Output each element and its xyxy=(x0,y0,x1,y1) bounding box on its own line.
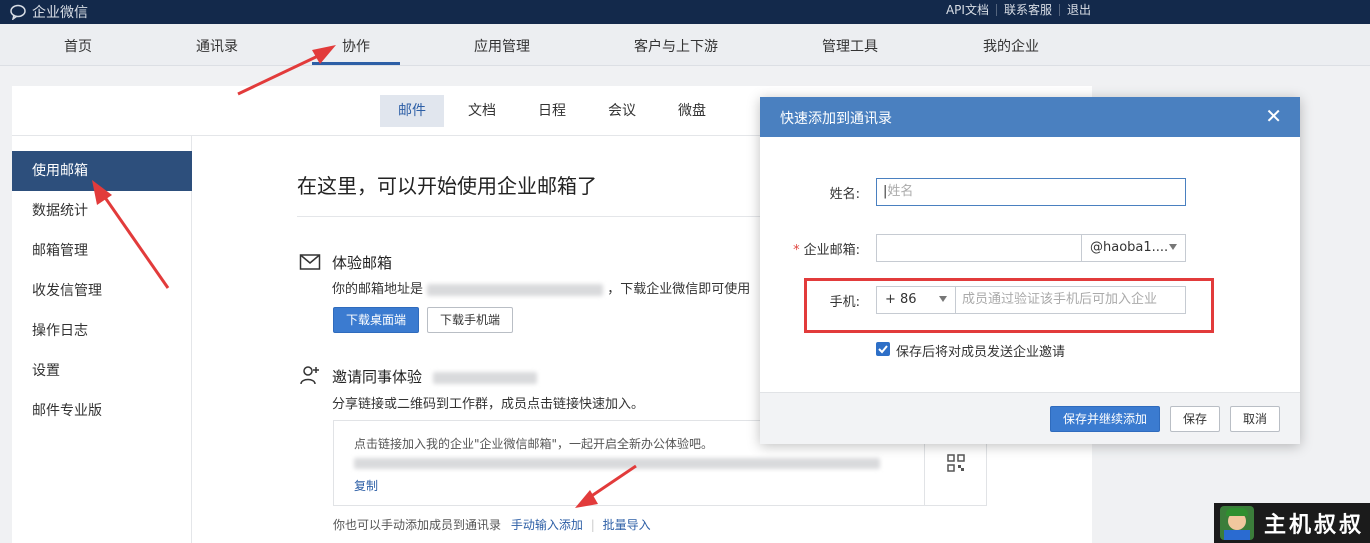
main-nav: 首页 通讯录 协作 应用管理 客户与上下游 管理工具 我的企业 xyxy=(0,24,1370,66)
trial-mailbox-text: 你的邮箱地址是 ，下载企业微信即可使用 xyxy=(332,278,750,297)
name-input[interactable]: |姓名 xyxy=(876,178,1186,206)
email-label: * 企业邮箱: xyxy=(780,239,860,258)
logout-link[interactable]: 退出 xyxy=(1058,4,1098,16)
invite-title-text: 邀请同事体验 xyxy=(332,368,423,386)
batch-import-link[interactable]: 批量导入 xyxy=(603,518,651,532)
invite-message: 点击链接加入我的企业"企业微信邮箱"，一起开启全新办公体验吧。 xyxy=(354,437,714,451)
nav-active-indicator xyxy=(312,62,400,65)
invite-description: 分享链接或二维码到工作群，成员点击链接快速加入。 xyxy=(332,397,645,412)
nav-collaboration[interactable]: 协作 xyxy=(342,36,370,56)
sidebar-item-statistics[interactable]: 数据统计 xyxy=(12,191,192,231)
sidebar-item-mail-pro[interactable]: 邮件专业版 xyxy=(12,391,192,431)
name-placeholder: 姓名 xyxy=(887,184,914,199)
blurred-invite-url xyxy=(354,458,880,469)
blurred-invite-info xyxy=(432,371,537,384)
api-docs-link[interactable]: API文档 xyxy=(939,4,996,16)
manual-add-text: 你也可以手动添加成员到通讯录 xyxy=(333,518,502,532)
manual-add-row: 你也可以手动添加成员到通讯录 手动输入添加 | 批量导入 xyxy=(333,516,651,533)
sidebar: 使用邮箱 数据统计 邮箱管理 收发信管理 操作日志 设置 邮件专业版 xyxy=(12,136,192,543)
sidebar-item-operation-log[interactable]: 操作日志 xyxy=(12,311,192,351)
tab-meeting[interactable]: 会议 xyxy=(590,95,654,127)
nav-home[interactable]: 首页 xyxy=(64,36,92,56)
invite-link xyxy=(354,456,880,470)
download-desktop-button[interactable]: 下载桌面端 xyxy=(333,307,419,333)
email-input[interactable] xyxy=(876,234,1082,262)
qr-code-icon xyxy=(947,454,965,472)
add-user-icon xyxy=(300,366,319,385)
chat-bubble-icon xyxy=(10,4,26,20)
close-icon[interactable]: ✕ xyxy=(1265,106,1282,126)
nav-management-tools[interactable]: 管理工具 xyxy=(822,36,878,56)
chevron-down-icon xyxy=(939,296,947,302)
envelope-icon xyxy=(299,254,321,270)
dialog-header: 快速添加到通讯录 ✕ xyxy=(760,97,1300,137)
tab-docs[interactable]: 文档 xyxy=(450,95,514,127)
required-marker: * xyxy=(793,243,800,258)
dialog-title: 快速添加到通讯录 xyxy=(780,111,892,127)
manual-add-link[interactable]: 手动输入添加 xyxy=(511,518,583,532)
tab-mail[interactable]: 邮件 xyxy=(380,95,444,127)
phone-label: 手机: xyxy=(829,295,860,310)
phone-input[interactable]: 成员通过验证该手机后可加入企业 xyxy=(955,286,1186,314)
tab-calendar[interactable]: 日程 xyxy=(520,95,584,127)
watermark-text: 主机叔叔 xyxy=(1264,512,1365,538)
divider xyxy=(297,216,767,217)
sidebar-item-mailbox-management[interactable]: 邮箱管理 xyxy=(12,231,192,271)
top-links: API文档 联系客服 退出 xyxy=(939,4,1098,16)
country-code-select[interactable]: + 86 xyxy=(876,286,956,314)
page-title: 在这里，可以开始使用企业邮箱了 xyxy=(297,174,597,198)
trial-text-suffix: ，下载企业微信即可使用 xyxy=(607,282,751,297)
email-label-text: 企业邮箱: xyxy=(803,243,860,258)
logo-text: 企业微信 xyxy=(32,5,88,21)
email-domain-select[interactable]: @haoba1.... xyxy=(1081,234,1186,262)
nav-app-management[interactable]: 应用管理 xyxy=(474,36,530,56)
watermark: 主机叔叔 xyxy=(1214,503,1370,543)
copy-link[interactable]: 复制 xyxy=(354,477,378,494)
quick-add-dialog: 快速添加到通讯录 ✕ 姓名: |姓名 * 企业邮箱: @haoba1.... 手机… xyxy=(760,97,1300,444)
send-invite-label: 保存后将对成员发送企业邀请 xyxy=(896,345,1066,360)
top-bar: 企业微信 API文档 联系客服 退出 xyxy=(0,0,1370,24)
sidebar-item-settings[interactable]: 设置 xyxy=(12,351,192,391)
name-label: 姓名: xyxy=(829,187,860,202)
send-invite-checkbox[interactable] xyxy=(876,342,890,356)
mascot-icon xyxy=(1220,506,1254,540)
tab-drive[interactable]: 微盘 xyxy=(660,95,724,127)
download-mobile-button[interactable]: 下载手机端 xyxy=(427,307,513,333)
nav-contacts[interactable]: 通讯录 xyxy=(196,36,238,56)
logo[interactable]: 企业微信 xyxy=(10,2,88,22)
country-code-value: + 86 xyxy=(885,292,917,307)
save-and-continue-button[interactable]: 保存并继续添加 xyxy=(1050,406,1160,432)
save-button[interactable]: 保存 xyxy=(1170,406,1220,432)
sidebar-item-send-receive[interactable]: 收发信管理 xyxy=(12,271,192,311)
dialog-footer: 保存并继续添加 保存 取消 xyxy=(760,392,1300,444)
invite-title: 邀请同事体验 xyxy=(332,366,537,387)
chevron-down-icon xyxy=(1169,244,1177,250)
cancel-button[interactable]: 取消 xyxy=(1230,406,1280,432)
email-domain-value: @haoba1.... xyxy=(1090,240,1169,255)
trial-text-prefix: 你的邮箱地址是 xyxy=(332,282,424,297)
nav-customers[interactable]: 客户与上下游 xyxy=(634,36,718,56)
checkmark-icon xyxy=(878,345,888,354)
contact-support-link[interactable]: 联系客服 xyxy=(995,4,1059,16)
blurred-email xyxy=(427,283,604,296)
sidebar-item-use-mailbox[interactable]: 使用邮箱 xyxy=(12,151,192,191)
nav-my-enterprise[interactable]: 我的企业 xyxy=(983,36,1039,56)
trial-mailbox-title: 体验邮箱 xyxy=(332,254,393,272)
separator: | xyxy=(590,518,595,532)
